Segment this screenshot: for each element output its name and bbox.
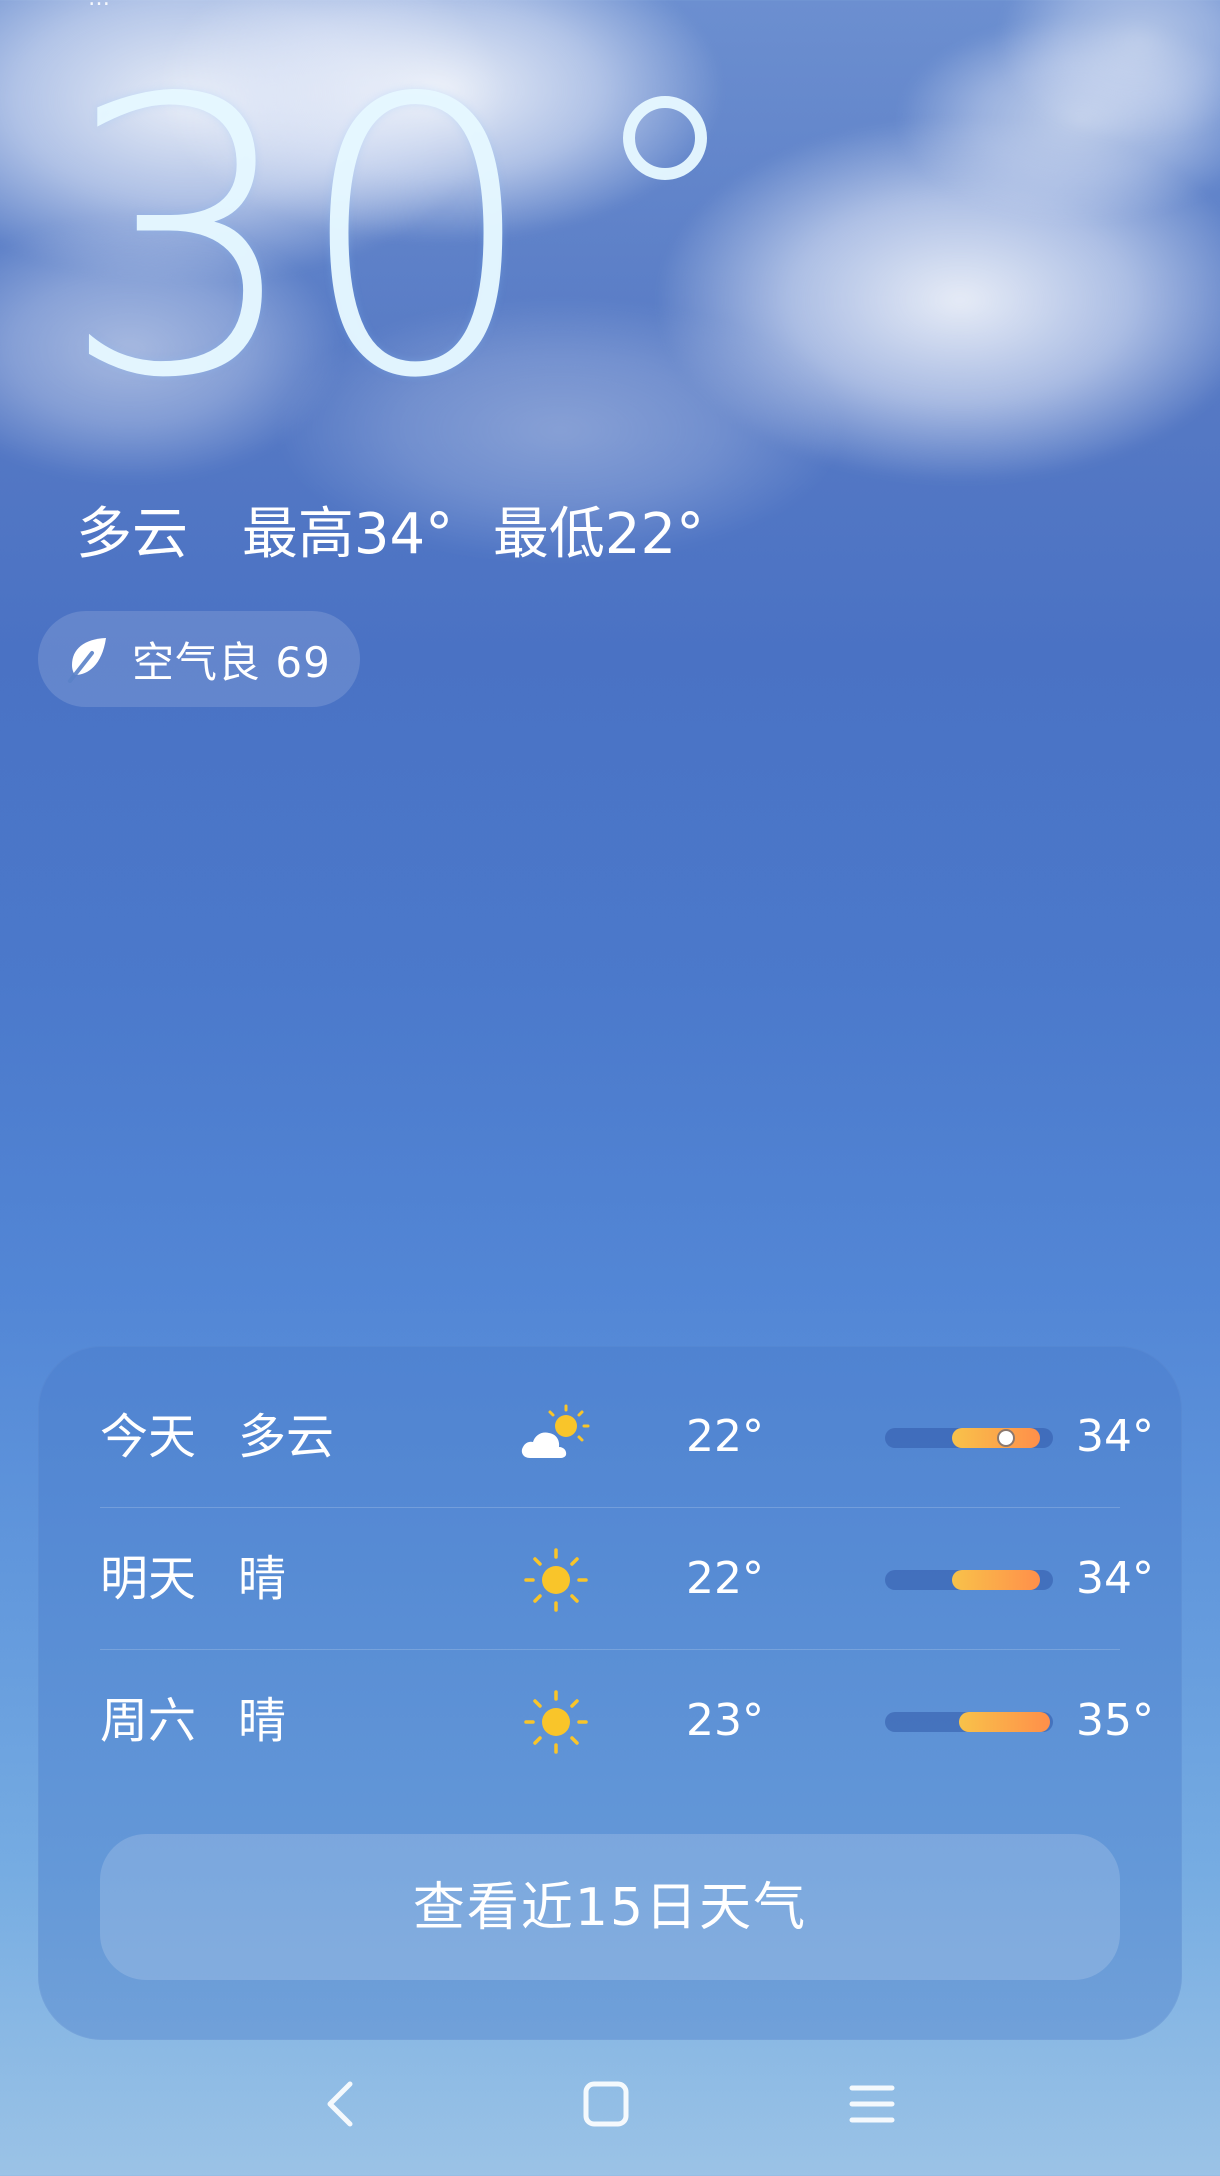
forecast-row-tomorrow[interactable]: 明天 晴 22° 34° [100, 1508, 1154, 1650]
sun-icon [524, 1548, 588, 1612]
forecast-high: 34° [1076, 1553, 1154, 1604]
forecast-high: 35° [1076, 1695, 1154, 1746]
air-quality-label: 空气良 69 [132, 637, 331, 687]
temperature-range-bar [885, 1570, 1053, 1590]
forecast-condition: 晴 [238, 1693, 287, 1749]
current-temperature-value: 30 [60, 18, 538, 461]
current-condition: 多云 [76, 502, 188, 567]
air-quality-chip[interactable]: 空气良 69 [38, 611, 360, 707]
leaf-icon [68, 638, 106, 683]
forecast-condition: 晴 [238, 1551, 287, 1607]
forecast-day: 今天 [100, 1409, 197, 1465]
home-square-icon[interactable] [576, 2074, 636, 2134]
high-temperature: 最高34° [241, 502, 454, 567]
sun-icon [524, 1690, 588, 1754]
degree-symbol-icon [623, 96, 707, 180]
system-navigation-bar [0, 2060, 1220, 2150]
forecast-card: 今天 多云 22° 34° 明天 晴 22° 34° 周六 晴 23° 35° … [38, 1346, 1182, 2040]
forecast-low: 22° [686, 1411, 764, 1462]
forecast-row-saturday[interactable]: 周六 晴 23° 35° [100, 1650, 1154, 1792]
forecast-day: 明天 [100, 1551, 197, 1607]
current-temperature-marker [998, 1431, 1013, 1445]
forecast-row-today[interactable]: 今天 多云 22° 34° [100, 1366, 1154, 1508]
forecast-low: 23° [686, 1695, 764, 1746]
forecast-high: 34° [1076, 1411, 1154, 1462]
temperature-range-fill [952, 1570, 1040, 1590]
back-chevron-icon[interactable] [312, 2074, 372, 2134]
menu-lines-icon[interactable] [842, 2074, 902, 2134]
weather-summary: 多云 最高34° 最低22° [76, 500, 740, 570]
forecast-day: 周六 [100, 1693, 197, 1749]
low-temperature: 最低22° [492, 502, 705, 567]
status-bar-fragment: … [88, 0, 140, 11]
temperature-range-bar [885, 1712, 1053, 1732]
temperature-range-bar [885, 1428, 1053, 1448]
temperature-range-fill [958, 1712, 1050, 1732]
temperature-range-fill [952, 1428, 1040, 1448]
forecast-low: 22° [686, 1553, 764, 1604]
partly-cloudy-icon [521, 1404, 590, 1458]
forecast-condition: 多云 [238, 1409, 335, 1465]
view-15-day-forecast-button[interactable]: 查看近15日天气 [100, 1834, 1120, 1980]
current-temperature: 30 [60, 30, 707, 450]
